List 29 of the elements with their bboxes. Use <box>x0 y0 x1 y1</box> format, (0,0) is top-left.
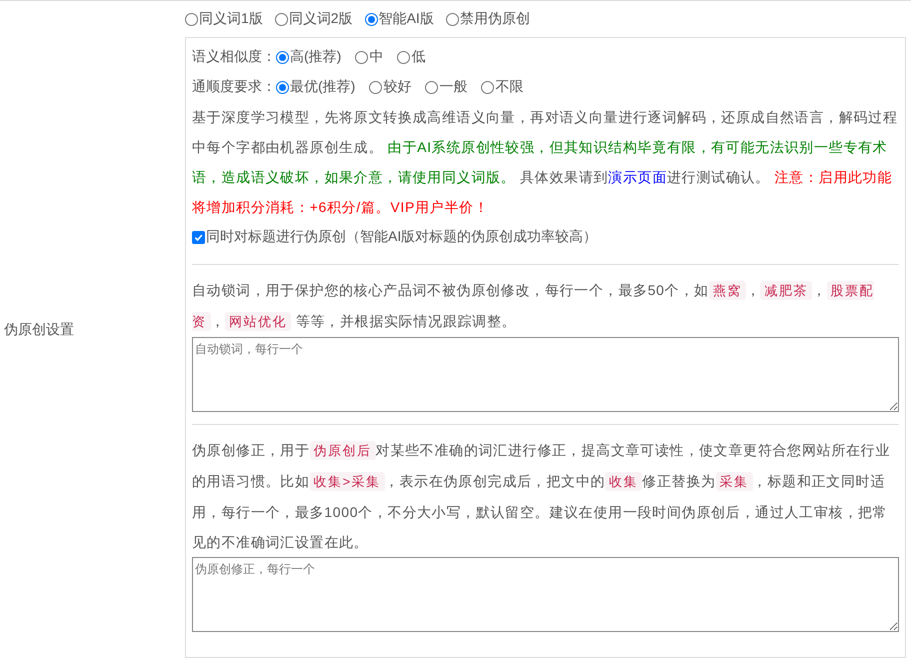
keyword-tag: 采集 <box>716 472 753 491</box>
keyword-tag: 收集 <box>605 472 642 491</box>
keyword-tag: 燕窝 <box>708 281 746 300</box>
setting-radio-option[interactable]: 一般 <box>425 78 468 96</box>
keyword-tag: 减肥茶 <box>760 281 812 300</box>
setting-radio-option[interactable]: 低 <box>397 48 426 66</box>
setting-radio-option[interactable]: 不限 <box>481 78 524 96</box>
word-list-field[interactable]: 自动锁词，每行一个 <box>192 337 899 412</box>
title-checkbox-option[interactable]: 同时对标题进行伪原创（智能AI版对标题的伪原创成功率较高） <box>192 228 598 246</box>
keyword-tag: 网站优化 <box>225 312 292 331</box>
setting-radio-option[interactable]: 高(推荐) <box>276 48 342 66</box>
section-description-text: 自动锁词，用于保护您的核心产品词不被伪原创修改，每行一个，最多50个，如 燕窝 ， 减肥茶 ， 股票配资 ， 网站优化 等等，并根据实际情况跟踪调整。 <box>192 280 876 333</box>
setting-label: 通顺度要求： <box>192 78 276 96</box>
word-list-field[interactable]: 伪原创修正，每行一个 <box>192 557 899 632</box>
checkmark-icon <box>193 232 204 242</box>
setting-radio-option[interactable]: 较好 <box>369 78 412 96</box>
section-label: 伪原创设置 <box>3 320 74 338</box>
mode-radio-option[interactable]: 智能AI版 <box>364 10 434 28</box>
setting-label: 语义相似度： <box>192 48 276 66</box>
section-description-text: 伪原创修正，用于 伪原创后 对某些不准确的词汇进行修正，提高文章可读性，使文章更符合您网站所在行业的用语习惯。比如 收集>采集 ，表示在伪原创完成后，把文中的 收集 修正替换为 采集 ，标题和正文同时适用，每行一个，最多1000个，不分大小写，默认留空。建议在使用一段时间伪原创后，通过人工审核，把常见的不准确词汇设置在此。 <box>192 440 892 552</box>
mode-radio-option[interactable]: 禁用伪原创 <box>446 10 530 28</box>
setting-radio-option[interactable]: 最优(推荐) <box>276 78 356 96</box>
mode-radio-option[interactable]: 同义词2版 <box>274 10 353 28</box>
keyword-tag: 伪原创后 <box>310 441 376 460</box>
setting-radio-option[interactable]: 中 <box>355 48 384 66</box>
demo-page-link[interactable]: 演示页面 <box>608 169 668 185</box>
keyword-tag: 收集>采集 <box>310 472 385 491</box>
mode-radio-option[interactable]: 同义词1版 <box>185 10 263 28</box>
ai-description-text: 基于深度学习模型，先将原文转换成高维语义向量，再对语义向量进行逐词解码，还原成自然语言，解码过程中每个字都由机器原创生成。 由于AI系统原创性较强，但其知识结构毕竟有限，有可能无法识别一些专有术语，造成语义破坏，如果介意，请使用同义词版。 具体效果请到演示页面进行测试确认。 注意：启用此功能将增加积分消耗：+6积分/篇。VIP用户半价！ <box>192 108 899 217</box>
